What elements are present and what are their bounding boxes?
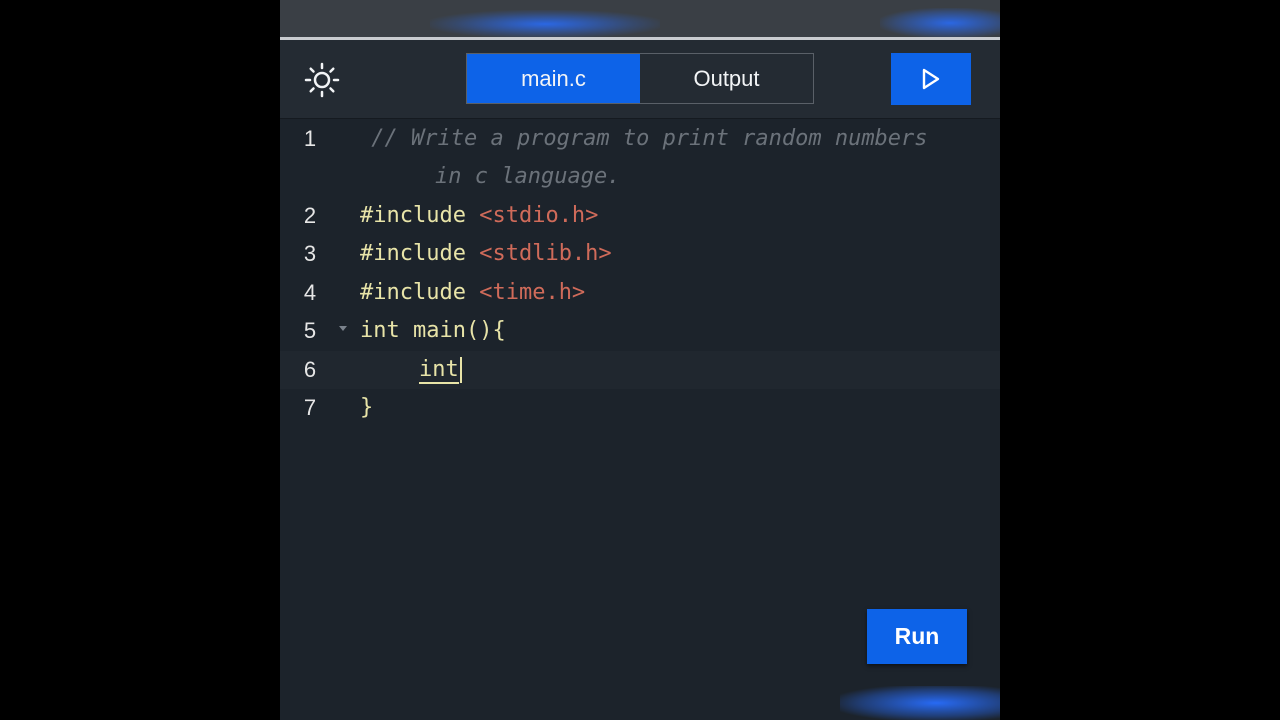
code-line: 7 } xyxy=(280,389,1000,427)
directive: #include xyxy=(360,203,466,228)
header-name: <time.h> xyxy=(479,280,586,305)
autocomplete-word: int xyxy=(419,357,459,384)
bottom-glow xyxy=(840,686,1000,720)
line-number: 1 xyxy=(303,126,317,151)
run-button[interactable]: Run xyxy=(867,609,967,664)
line-number: 7 xyxy=(303,395,317,420)
line-number: 6 xyxy=(303,357,317,382)
include-statement: #include <stdio.h> xyxy=(360,197,598,235)
include-statement: #include <stdlib.h> xyxy=(360,235,612,273)
closing-brace: } xyxy=(360,395,374,420)
directive: #include xyxy=(360,280,466,305)
line-number: 5 xyxy=(303,318,317,343)
code-line: 2 #include <stdio.h> xyxy=(280,197,1000,235)
comment-text: // Write a program to print random numbe… xyxy=(358,126,928,151)
header-name: <stdio.h> xyxy=(479,203,599,228)
app-frame: main.c Output 1 // Write a program to pr… xyxy=(280,0,1000,720)
code-line-current: 6 int xyxy=(280,351,1000,389)
line-number: 2 xyxy=(303,203,317,228)
typed-text: int xyxy=(419,351,462,389)
fold-arrow-icon[interactable] xyxy=(339,326,347,331)
code-line: 5 int main(){ xyxy=(280,312,1000,350)
run-play-button[interactable] xyxy=(891,53,971,105)
code-line: 1 // Write a program to print random num… xyxy=(280,120,1000,196)
status-glow xyxy=(430,10,660,38)
main-function: int main(){ xyxy=(360,318,506,343)
tab-output[interactable]: Output xyxy=(640,54,813,103)
status-glow xyxy=(880,8,1000,38)
sun-icon xyxy=(304,62,340,98)
line-number: 3 xyxy=(303,241,317,266)
tab-main-c[interactable]: main.c xyxy=(467,54,640,103)
play-icon xyxy=(922,68,940,90)
code-line: 3 #include <stdlib.h> xyxy=(280,235,1000,273)
file-tabs: main.c Output xyxy=(466,53,814,104)
text-cursor xyxy=(459,357,462,383)
comment-text-wrap: in c language. xyxy=(435,164,621,189)
editor-toolbar: main.c Output xyxy=(280,40,1000,119)
header-name: <stdlib.h> xyxy=(479,241,612,266)
status-bar xyxy=(280,0,1000,38)
theme-toggle-button[interactable] xyxy=(302,62,342,98)
directive: #include xyxy=(360,241,466,266)
line-number: 4 xyxy=(303,280,317,305)
include-statement: #include <time.h> xyxy=(360,274,585,312)
code-line: 4 #include <time.h> xyxy=(280,274,1000,312)
